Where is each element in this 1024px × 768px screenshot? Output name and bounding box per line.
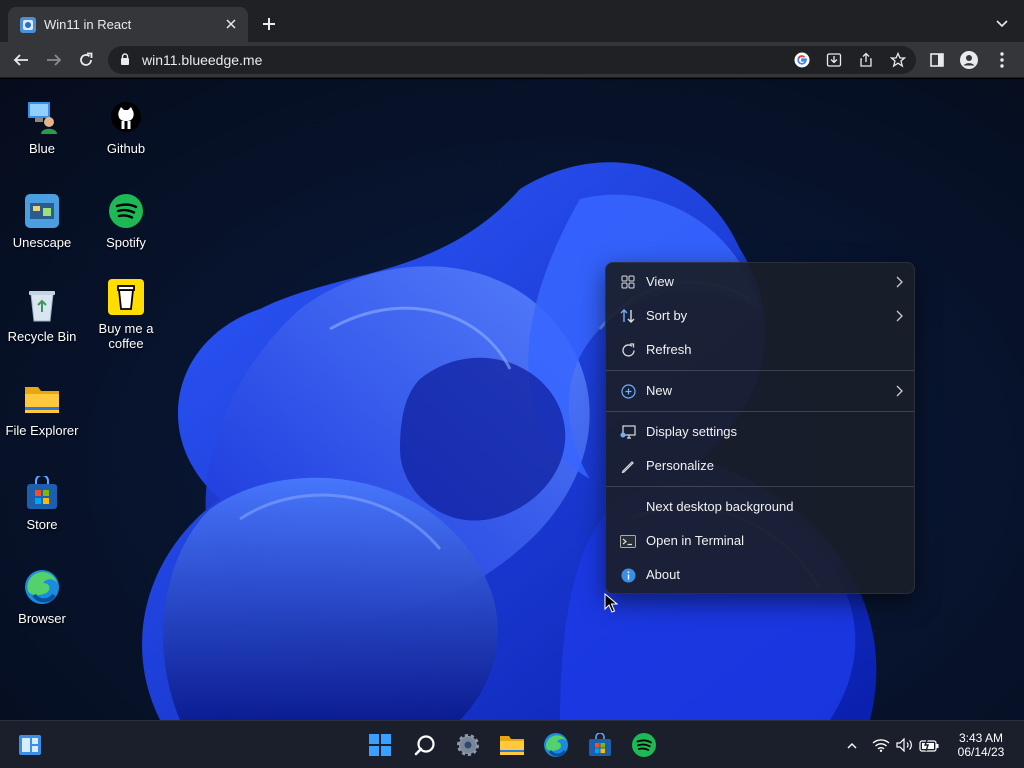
desktop-icon-file-explorer[interactable]: File Explorer [0, 381, 84, 438]
unescape-app-icon [24, 193, 60, 229]
url-text: win11.blueedge.me [142, 52, 263, 68]
grid-icon [620, 274, 636, 290]
desktop-icon-recycle-bin[interactable]: Recycle Bin [0, 287, 84, 344]
desktop-icon-github[interactable]: Github [84, 99, 168, 156]
start-icon[interactable] [367, 732, 393, 758]
chevron-up-icon[interactable] [842, 735, 862, 755]
spotify-icon [108, 193, 144, 229]
refresh-icon [620, 342, 636, 358]
edge-browser-icon [24, 569, 60, 605]
context-menu-item-personalize[interactable]: Personalize [610, 451, 912, 481]
store-icon[interactable] [587, 732, 613, 758]
volume-icon[interactable] [895, 735, 915, 755]
profile-icon[interactable] [959, 50, 979, 70]
clock[interactable]: 3:43 AM 06/14/23 [950, 731, 1012, 759]
github-icon [108, 99, 144, 135]
search-icon[interactable] [412, 732, 438, 758]
side-panel-icon[interactable] [927, 50, 947, 70]
folder-icon [24, 381, 60, 417]
clock-date: 06/14/23 [957, 745, 1005, 759]
settings-icon[interactable] [455, 732, 481, 758]
share-icon[interactable] [857, 51, 875, 69]
coffee-cup-icon [108, 279, 144, 315]
wifi-icon[interactable] [871, 735, 891, 755]
kebab-menu-icon[interactable] [992, 50, 1012, 70]
menu-separator [606, 411, 914, 412]
desktop-icon-store[interactable]: Store [0, 475, 84, 532]
new-tab-button[interactable] [258, 13, 280, 35]
info-icon [620, 567, 636, 583]
reload-button[interactable] [75, 49, 97, 71]
context-menu-item-refresh[interactable]: Refresh [610, 335, 912, 365]
bookmark-star-icon[interactable] [889, 51, 907, 69]
context-menu-item-open-in-terminal[interactable]: Open in Terminal [610, 526, 912, 556]
close-tab-icon[interactable] [222, 15, 240, 33]
desktop-icon-spotify[interactable]: Spotify [84, 193, 168, 250]
widgets-icon[interactable] [17, 732, 43, 758]
google-icon[interactable] [793, 51, 811, 69]
desktop-context-menu: View Sort by Refresh New Display setting… [605, 262, 915, 594]
address-bar[interactable]: win11.blueedge.me [108, 46, 916, 74]
terminal-icon [620, 533, 636, 549]
clock-time: 3:43 AM [958, 731, 1004, 745]
browser-tab[interactable]: Win11 in React [8, 7, 248, 42]
desktop[interactable]: Blue Unescape Recycle Bin File Explorer … [0, 79, 1024, 720]
context-menu-item-view[interactable]: View [610, 267, 912, 297]
sort-arrows-icon [620, 308, 636, 324]
site-favicon-icon [20, 17, 36, 33]
lock-icon [120, 53, 130, 71]
plus-circle-icon [620, 383, 636, 399]
chevron-right-icon [896, 310, 903, 322]
mouse-cursor-icon [604, 593, 618, 613]
context-menu-item-new[interactable]: New [610, 376, 912, 406]
browser-tab-strip: Win11 in React [0, 0, 1024, 42]
desktop-icon-unescape[interactable]: Unescape [0, 193, 84, 250]
browser-toolbar: win11.blueedge.me [0, 42, 1024, 78]
menu-separator [606, 370, 914, 371]
battery-icon[interactable] [919, 735, 939, 755]
context-menu-item-about[interactable]: About [610, 560, 912, 590]
tab-search-chevron-icon[interactable] [992, 14, 1012, 34]
context-menu-item-sort-by[interactable]: Sort by [610, 301, 912, 331]
file-explorer-icon[interactable] [499, 732, 525, 758]
chevron-right-icon [896, 276, 903, 288]
context-menu-item-next-desktop-background[interactable]: Next desktop background [610, 492, 912, 522]
display-icon [620, 424, 636, 440]
forward-button[interactable] [43, 49, 65, 71]
install-app-icon[interactable] [825, 51, 843, 69]
user-computer-icon [24, 99, 60, 135]
back-button[interactable] [10, 49, 32, 71]
pen-icon [620, 458, 636, 474]
spotify-icon[interactable] [631, 732, 657, 758]
menu-separator [606, 486, 914, 487]
edge-icon[interactable] [543, 732, 569, 758]
context-menu-item-display-settings[interactable]: Display settings [610, 417, 912, 447]
desktop-icon-blue[interactable]: Blue [0, 99, 84, 156]
tab-title: Win11 in React [44, 17, 132, 32]
store-icon [24, 475, 60, 511]
chevron-right-icon [896, 385, 903, 397]
taskbar: 3:43 AM 06/14/23 [0, 720, 1024, 768]
desktop-icon-browser[interactable]: Browser [0, 569, 84, 626]
recycle-bin-icon [24, 287, 60, 323]
desktop-icon-buy-me-a-coffee[interactable]: Buy me a coffee [84, 279, 168, 351]
